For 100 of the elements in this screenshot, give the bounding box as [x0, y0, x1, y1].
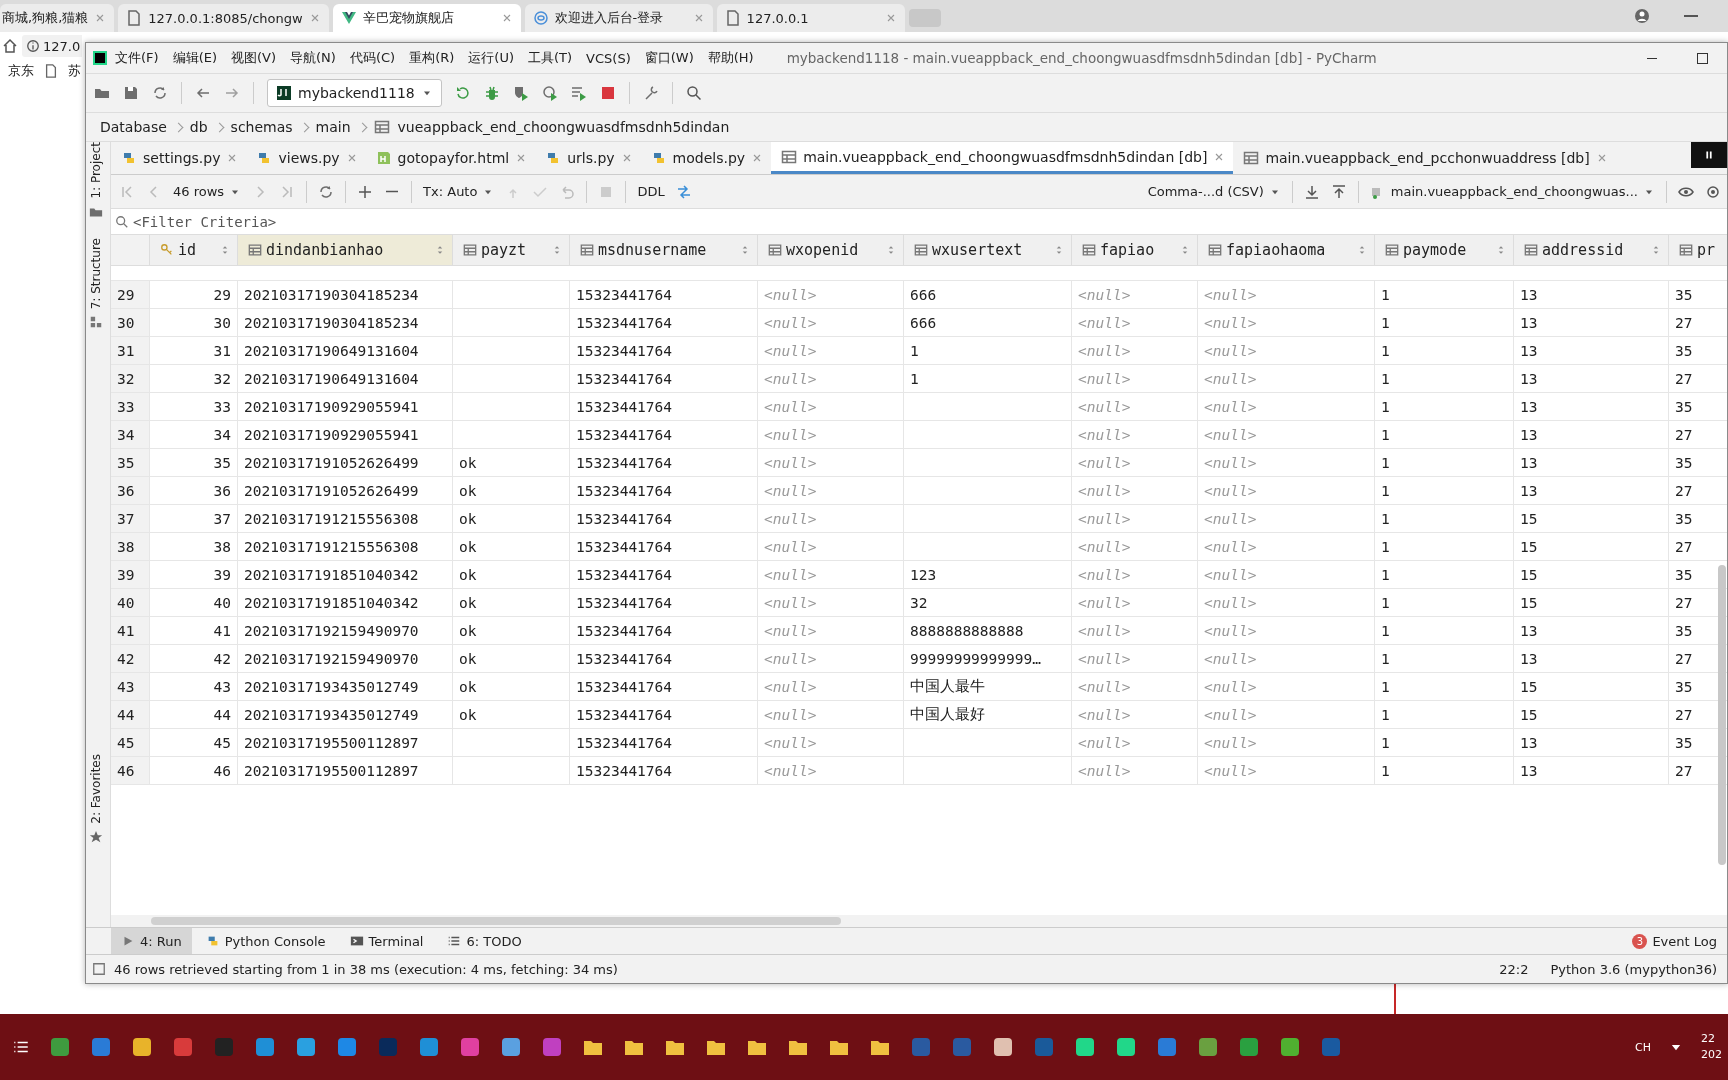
column-header[interactable]: wxopenid [758, 235, 904, 265]
export-format-dropdown[interactable]: Comma-...d (CSV) [1147, 184, 1281, 199]
menu-item[interactable]: 视图(V) [224, 49, 284, 67]
table-cell: <null> [1198, 533, 1375, 561]
table-cell: 1 [1375, 589, 1514, 617]
menu-item[interactable]: 文件(F) [108, 49, 166, 67]
cursor-position[interactable]: 22:2 [1499, 961, 1529, 977]
table-cell: 39 [150, 561, 238, 589]
menu-item[interactable]: 导航(N) [283, 49, 343, 67]
column-header[interactable]: fapiaohaoma [1198, 235, 1375, 265]
app-icon[interactable] [418, 1036, 440, 1058]
table-cell: 20210317191052626499 [238, 477, 453, 505]
app-icon[interactable] [49, 1036, 71, 1058]
table-cell: 15323441764 [570, 365, 758, 393]
app-icon[interactable] [1197, 1036, 1219, 1058]
breadcrumb-item[interactable]: Database [100, 119, 167, 135]
column-header[interactable]: fapiao [1072, 235, 1198, 265]
editor-tab[interactable]: settings.py [111, 142, 247, 174]
tool-window-tab[interactable]: 1: Project [89, 142, 103, 199]
breadcrumb-item[interactable]: main [315, 119, 351, 135]
app-icon[interactable] [459, 1036, 481, 1058]
column-header[interactable]: payzt [453, 235, 570, 265]
data-source-dropdown[interactable]: main.vueappback_end_choongwuas... [1369, 183, 1655, 200]
clock[interactable]: 22 202 [1701, 1031, 1722, 1063]
table-cell: 31 [150, 337, 238, 365]
table-cell: 1 [1375, 561, 1514, 589]
app-icon[interactable] [992, 1036, 1014, 1058]
menu-item[interactable]: 工具(T) [521, 49, 580, 67]
table-cell: 20210317190304185234 [238, 281, 453, 309]
tool-window-tab[interactable]: 7: Structure [89, 238, 103, 310]
app-icon[interactable] [1115, 1036, 1137, 1058]
menu-item[interactable]: 编辑(E) [165, 49, 224, 67]
table-cell: 13 [1514, 757, 1669, 785]
address-bar[interactable]: 127.0 [22, 35, 83, 57]
table-cell: <null> [1072, 337, 1198, 365]
row-number: 38 [111, 533, 150, 561]
transaction-dropdown[interactable]: Tx: Auto [423, 184, 495, 199]
breadcrumb-item[interactable]: db [189, 119, 208, 135]
editor-tab[interactable]: views.py [246, 142, 366, 174]
browser-tab[interactable]: 商城,狗粮,猫粮 [0, 4, 115, 32]
editor-tab[interactable]: main.vueappback_end_pcchonwuaddress [db] [1233, 142, 1616, 174]
language-indicator[interactable]: CH [1635, 1040, 1651, 1054]
menu-item[interactable]: 窗口(W) [637, 49, 701, 67]
column-icon [768, 243, 782, 257]
table-cell: 13 [1514, 421, 1669, 449]
rows-dropdown[interactable]: 46 rows [173, 184, 242, 199]
app-icon[interactable] [1074, 1036, 1096, 1058]
tool-window-tab[interactable]: 6: TODO [437, 928, 532, 954]
app-icon[interactable] [295, 1036, 317, 1058]
filter-bar[interactable]: <Filter Criteria> [111, 209, 1727, 235]
event-log-button[interactable]: 3 Event Log [1632, 933, 1717, 949]
menu-item[interactable]: 运行(U) [461, 49, 521, 67]
app-icon[interactable] [1279, 1036, 1301, 1058]
column-header[interactable]: wxusertext [904, 235, 1072, 265]
table-cell: 20210317191851040342 [238, 589, 453, 617]
browser-tab[interactable]: 欢迎进入后台-登录 [524, 4, 713, 32]
tool-window-tab[interactable]: Terminal [339, 928, 434, 954]
table-cell: 32 [904, 589, 1072, 617]
star-icon [89, 829, 103, 844]
browser-tab[interactable]: 127.0.0.1:8085/chongw [118, 4, 329, 32]
bookmark[interactable]: 苏 [68, 62, 81, 80]
browser-tab[interactable]: 127.0.0.1 [716, 4, 905, 32]
filter-icon [115, 214, 129, 229]
table-cell: <null> [1198, 589, 1375, 617]
breadcrumb-item[interactable]: vueappback_end_choongwuasdfmsdnh5dindan [397, 119, 730, 135]
editor-tab[interactable]: main.vueappback_end_choongwuasdfmsdnh5dindan [db] [771, 142, 1234, 174]
menu-item[interactable]: VCS(S) [579, 50, 638, 66]
ddl-button[interactable]: DDL [637, 184, 665, 199]
column-header[interactable]: paymode [1375, 235, 1514, 265]
menu-item[interactable]: 代码(C) [342, 49, 403, 67]
column-header[interactable]: dindanbianhao [238, 235, 453, 265]
app-icon[interactable] [500, 1036, 522, 1058]
table-cell: <null> [1198, 757, 1375, 785]
app-icon[interactable] [254, 1036, 276, 1058]
editor-tab[interactable]: gotopayfor.html [365, 142, 536, 174]
editor-tab[interactable]: models.py [640, 142, 772, 174]
menu-item[interactable]: 重构(R) [402, 49, 462, 67]
undo-icon [559, 183, 576, 200]
bookmark[interactable]: 京东 [8, 62, 34, 80]
table-cell: <null> [1198, 617, 1375, 645]
app-icon[interactable] [336, 1036, 358, 1058]
tool-window-tab[interactable]: 2: Favorites [89, 754, 103, 824]
column-header[interactable]: pr [1669, 235, 1727, 265]
tool-window-tab[interactable]: 4: Run [111, 928, 192, 954]
browser-tab[interactable]: 辛巴宠物旗舰店 [332, 4, 521, 32]
html-file-icon [375, 150, 392, 166]
refresh-icon [318, 183, 335, 200]
menu-item[interactable]: 帮助(H) [700, 49, 761, 67]
app-icon[interactable] [131, 1036, 153, 1058]
run-config-dropdown[interactable]: mybackend1118 [267, 79, 442, 107]
app-icon[interactable] [1238, 1036, 1260, 1058]
column-header[interactable]: addressid [1514, 235, 1669, 265]
tool-window-tab[interactable]: Python Console [195, 928, 336, 954]
editor-tab[interactable]: urls.py [535, 142, 641, 174]
breadcrumb-item[interactable]: schemas [230, 119, 293, 135]
table-cell: 20210317190649131604 [238, 337, 453, 365]
interpreter-label[interactable]: Python 3.6 (mypython36) [1550, 961, 1717, 977]
table-cell: 99999999999999… [904, 645, 1072, 673]
row-number: 31 [111, 337, 150, 365]
column-header[interactable]: msdnusername [570, 235, 758, 265]
